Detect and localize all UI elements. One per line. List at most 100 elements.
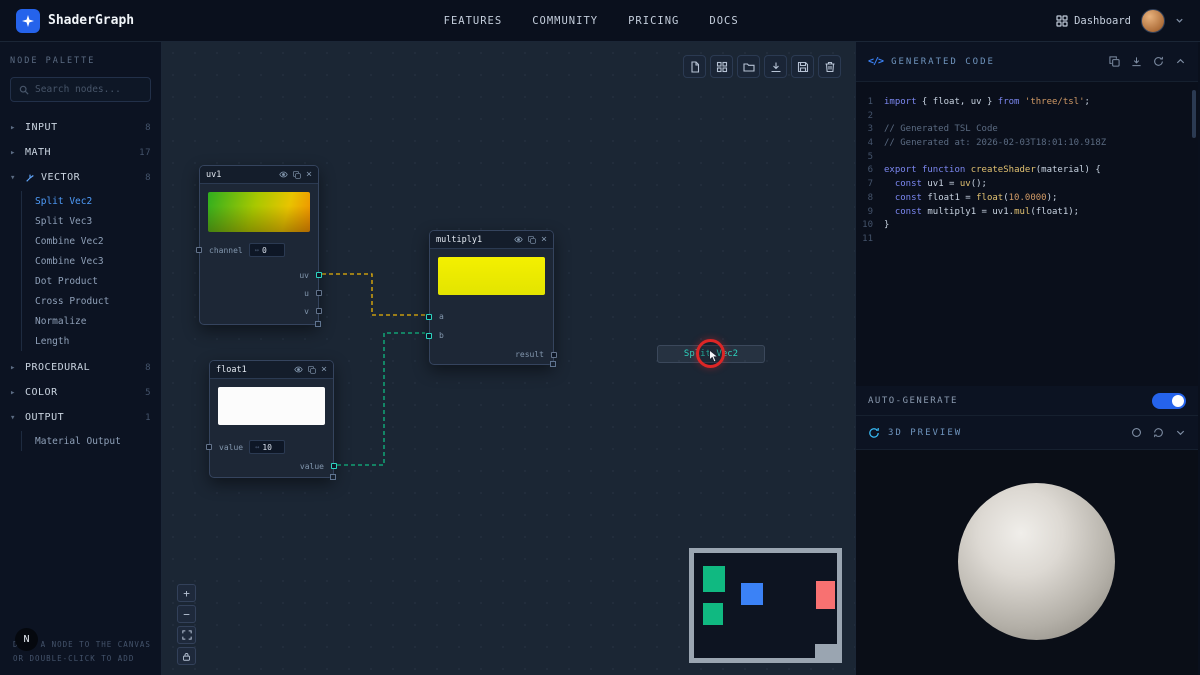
output-row: u bbox=[200, 284, 318, 302]
palette-item-cross-product[interactable]: Cross Product bbox=[35, 291, 151, 311]
fit-view-button[interactable] bbox=[177, 626, 196, 644]
chevron-down-icon[interactable] bbox=[1175, 427, 1186, 438]
open-folder-button[interactable] bbox=[737, 55, 760, 78]
download-button[interactable] bbox=[764, 55, 787, 78]
nav-link-pricing[interactable]: PRICING bbox=[628, 15, 679, 27]
palette-category-color[interactable]: ▸COLOR5 bbox=[10, 380, 151, 405]
input-port-a[interactable] bbox=[426, 314, 432, 320]
eye-icon[interactable] bbox=[279, 170, 288, 179]
node-header[interactable]: multiply1 × bbox=[430, 231, 553, 249]
palette-category-vector[interactable]: ▾VECTOR8 bbox=[10, 165, 151, 190]
uv-gradient-preview bbox=[208, 192, 310, 232]
refresh-preview-icon[interactable] bbox=[868, 427, 880, 439]
output-row: uv bbox=[200, 266, 318, 284]
eye-icon[interactable] bbox=[294, 365, 303, 374]
close-icon[interactable]: × bbox=[541, 235, 547, 245]
node-header[interactable]: uv1 × bbox=[200, 166, 318, 184]
code-scrollbar[interactable] bbox=[1192, 90, 1196, 138]
palette-item-split-vec3[interactable]: Split Vec3 bbox=[35, 211, 151, 231]
code-panel-header: </> GENERATED CODE bbox=[856, 42, 1198, 82]
new-file-button[interactable] bbox=[683, 55, 706, 78]
palette-item-material-output[interactable]: Material Output bbox=[35, 431, 151, 451]
palette-item-split-vec2[interactable]: Split Vec2 bbox=[35, 191, 151, 211]
minimap-resize-handle[interactable] bbox=[815, 644, 842, 663]
refresh-code-icon[interactable] bbox=[1153, 56, 1164, 67]
param-label: value bbox=[219, 443, 243, 452]
collapse-panel-icon[interactable] bbox=[1175, 56, 1186, 67]
palette-category-math[interactable]: ▸MATH17 bbox=[10, 140, 151, 165]
nav-link-community[interactable]: COMMUNITY bbox=[532, 15, 598, 27]
category-count: 8 bbox=[145, 173, 151, 183]
node-multiply1[interactable]: multiply1 × a b result bbox=[429, 230, 554, 365]
auto-generate-toggle[interactable] bbox=[1152, 393, 1186, 409]
code-line: 6export function createShader(material) … bbox=[856, 164, 1198, 178]
material-sphere-icon[interactable] bbox=[1131, 427, 1142, 438]
input-port[interactable] bbox=[196, 247, 202, 253]
palette-tree: ▸INPUT8▸MATH17▾VECTOR8Split Vec2Split Ve… bbox=[10, 115, 151, 451]
nav-link-docs[interactable]: DOCS bbox=[709, 15, 738, 27]
node-float1[interactable]: float1 × value ↔10 value bbox=[209, 360, 334, 478]
code-line: 4// Generated at: 2026-02-03T18:01:10.91… bbox=[856, 137, 1198, 151]
lock-button[interactable] bbox=[177, 647, 196, 665]
output-port-v[interactable] bbox=[316, 308, 322, 314]
palette-item-combine-vec3[interactable]: Combine Vec3 bbox=[35, 251, 151, 271]
channel-input[interactable]: ↔0 bbox=[249, 243, 285, 257]
palette-category-output[interactable]: ▾OUTPUT1 bbox=[10, 405, 151, 430]
palette-item-length[interactable]: Length bbox=[35, 331, 151, 351]
palette-item-combine-vec2[interactable]: Combine Vec2 bbox=[35, 231, 151, 251]
nav-link-features[interactable]: FEATURES bbox=[444, 15, 503, 27]
port-label: v bbox=[304, 307, 309, 316]
input-port-b[interactable] bbox=[426, 333, 432, 339]
palette-category-input[interactable]: ▸INPUT8 bbox=[10, 115, 151, 140]
palette-item-normalize[interactable]: Normalize bbox=[35, 311, 151, 331]
generated-code[interactable]: 1import { float, uv } from 'three/tsl';2… bbox=[856, 82, 1198, 386]
download-code-icon[interactable] bbox=[1131, 56, 1142, 67]
zoom-out-button[interactable]: − bbox=[177, 605, 196, 623]
copy-code-icon[interactable] bbox=[1109, 56, 1120, 67]
brand[interactable]: ShaderGraph bbox=[16, 9, 134, 33]
preview-3d-viewport[interactable] bbox=[856, 450, 1198, 675]
search-box[interactable] bbox=[10, 77, 151, 102]
layout-grid-button[interactable] bbox=[710, 55, 733, 78]
input-row: b bbox=[430, 326, 553, 345]
resize-handle[interactable] bbox=[330, 474, 336, 480]
chevron-down-icon[interactable] bbox=[1175, 16, 1184, 25]
output-port-u[interactable] bbox=[316, 290, 322, 296]
minimap[interactable] bbox=[689, 548, 842, 663]
zoom-controls: + − bbox=[177, 584, 196, 665]
palette-item-dot-product[interactable]: Dot Product bbox=[35, 271, 151, 291]
save-button[interactable] bbox=[791, 55, 814, 78]
copy-icon[interactable] bbox=[308, 366, 316, 374]
code-line: 10} bbox=[856, 219, 1198, 233]
output-port-result[interactable] bbox=[551, 352, 557, 358]
node-uv1[interactable]: uv1 × channel ↔0 uv u v bbox=[199, 165, 319, 325]
copy-icon[interactable] bbox=[528, 236, 536, 244]
app-title: ShaderGraph bbox=[48, 13, 134, 28]
graph-canvas[interactable]: uv1 × channel ↔0 uv u v multiply1 bbox=[162, 42, 855, 675]
reset-rotation-icon[interactable] bbox=[1153, 427, 1164, 438]
close-icon[interactable]: × bbox=[321, 365, 327, 375]
copy-icon[interactable] bbox=[293, 171, 301, 179]
outputs: value bbox=[210, 457, 333, 475]
node-header[interactable]: float1 × bbox=[210, 361, 333, 379]
category-count: 8 bbox=[145, 123, 151, 133]
zoom-in-button[interactable]: + bbox=[177, 584, 196, 602]
preview-panel-header: 3D PREVIEW bbox=[856, 416, 1198, 450]
value-input[interactable]: ↔10 bbox=[249, 440, 285, 454]
search-input[interactable] bbox=[35, 84, 142, 95]
avatar[interactable] bbox=[1141, 9, 1165, 33]
close-icon[interactable]: × bbox=[306, 170, 312, 180]
palette-category-procedural[interactable]: ▸PROCEDURAL8 bbox=[10, 355, 151, 380]
input-port[interactable] bbox=[206, 444, 212, 450]
eye-icon[interactable] bbox=[514, 235, 523, 244]
code-line: 9 const multiply1 = uv1.mul(float1); bbox=[856, 206, 1198, 220]
delete-button[interactable] bbox=[818, 55, 841, 78]
output-port-value[interactable] bbox=[331, 463, 337, 469]
param-value: 10 bbox=[262, 443, 272, 452]
output-port-uv[interactable] bbox=[316, 272, 322, 278]
param-label: channel bbox=[209, 246, 243, 255]
resize-handle[interactable] bbox=[315, 321, 321, 327]
port-label: b bbox=[439, 331, 444, 340]
dashboard-link[interactable]: Dashboard bbox=[1056, 15, 1131, 27]
resize-handle[interactable] bbox=[550, 361, 556, 367]
